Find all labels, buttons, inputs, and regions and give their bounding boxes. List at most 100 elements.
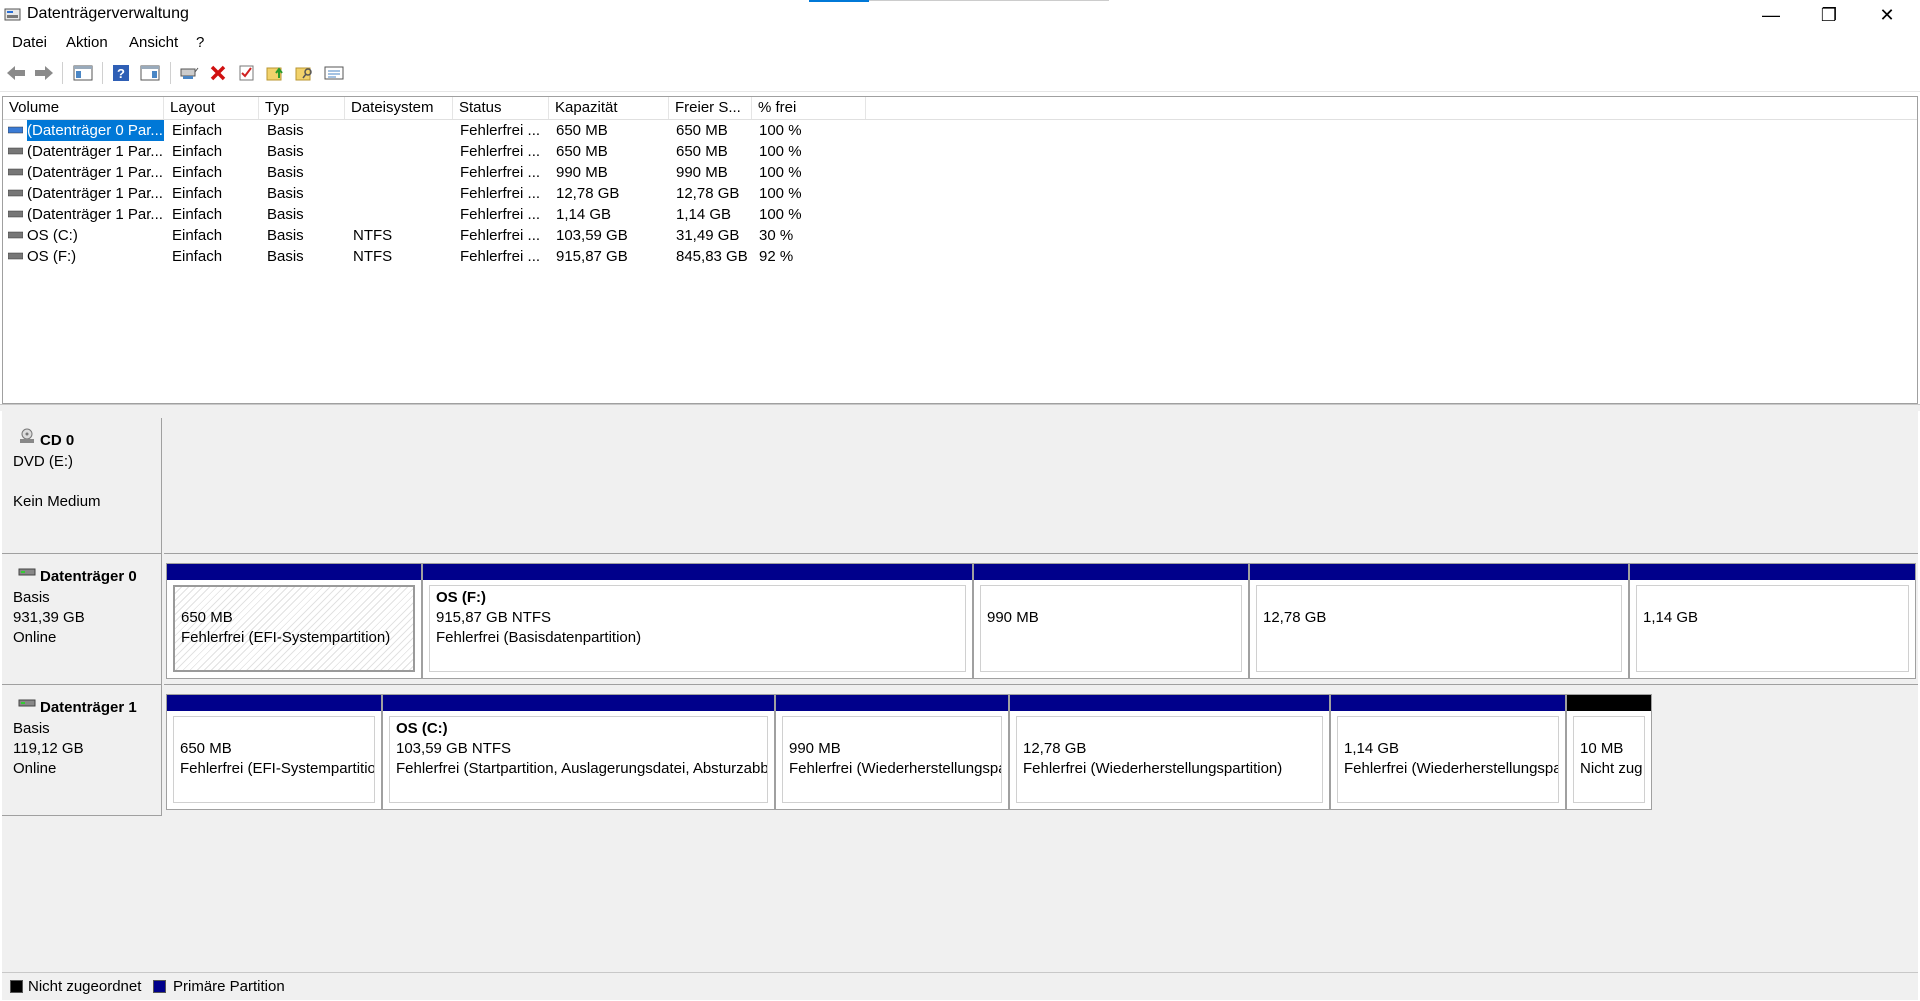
partition-os-c[interactable]: OS (C:) 103,59 GB NTFS Fehlerfrei (Start… (382, 694, 775, 810)
partition-990mb-disk1[interactable]: 990 MB Fehlerfrei (Wiederherstellungspa (775, 694, 1009, 810)
cell-layout: Einfach (172, 185, 223, 202)
table-row[interactable]: OS (F:) Einfach Basis NTFS Fehlerfrei ... 915… (3, 246, 1917, 267)
cell-layout: Einfach (172, 122, 223, 139)
cell-dateisystem (353, 204, 451, 225)
partition-efi-disk1[interactable]: 650 MB Fehlerfrei (EFI-Systempartition (166, 694, 382, 810)
partition-body: OS (C:) 103,59 GB NTFS Fehlerfrei (Start… (389, 716, 768, 803)
volume-list-header: Volume Layout Typ Dateisystem Status Kap… (3, 97, 1917, 120)
disk-status: Online (13, 629, 57, 646)
disk-name: CD 0 (40, 432, 75, 449)
cell-dateisystem: NTFS (353, 227, 393, 244)
column-header-volume[interactable]: Volume (3, 97, 164, 119)
column-header-prozent-frei[interactable]: % frei (752, 97, 866, 119)
view-icon[interactable] (322, 62, 346, 84)
partition-body: 12,78 GB (1256, 585, 1622, 672)
minimize-button[interactable]: — (1742, 0, 1800, 30)
menu-help[interactable]: ? (196, 34, 204, 51)
properties-icon[interactable] (138, 62, 162, 84)
primary-partition-bar (1331, 695, 1565, 711)
disk-label-cd0[interactable]: CD 0 DVD (E:) Kein Medium (2, 418, 162, 554)
column-header-kapazitaet[interactable]: Kapazität (549, 97, 669, 119)
table-row[interactable]: (Datenträger 1 Par... Einfach Basis Fehlerf… (3, 162, 1917, 183)
partition-body: OS (F:) 915,87 GB NTFS Fehlerfrei (Basis… (429, 585, 966, 672)
check-icon[interactable] (235, 62, 259, 84)
partition-title: OS (C:) (396, 720, 448, 737)
folder-search-icon[interactable] (293, 62, 317, 84)
cell-freier-speicher: 12,78 GB (676, 185, 740, 202)
menu-datei[interactable]: Datei (12, 34, 47, 51)
primary-partition-bar (423, 564, 972, 580)
disk-status: Online (13, 760, 57, 777)
help-icon[interactable]: ? (109, 62, 133, 84)
cell-volume: (Datenträger 1 Par... (27, 143, 163, 160)
partition-status: Fehlerfrei (Basisdatenpartition) (436, 629, 642, 646)
table-row[interactable]: (Datenträger 1 Par... Einfach Basis Fehlerf… (3, 141, 1917, 162)
column-header-status[interactable]: Status (453, 97, 549, 119)
cell-kapazitaet: 650 MB (556, 122, 608, 139)
hard-disk-icon (18, 568, 36, 576)
partition-body: 1,14 GB (1636, 585, 1909, 672)
cell-dateisystem: NTFS (353, 248, 393, 265)
console-tree-icon[interactable] (71, 62, 95, 84)
menu-ansicht[interactable]: Ansicht (129, 34, 178, 51)
cell-volume: OS (F:) (27, 248, 77, 265)
window-title: Datenträgerverwaltung (27, 5, 189, 22)
maximize-button[interactable]: ❐ (1800, 0, 1858, 30)
table-row[interactable]: OS (C:) Einfach Basis NTFS Fehlerfrei ... 103… (3, 225, 1917, 246)
primary-partition-bar (383, 695, 774, 711)
cell-kapazitaet: 915,87 GB (556, 248, 628, 265)
disk-drive-letter: DVD (E:) (13, 453, 73, 470)
disk-size: 119,12 GB (13, 740, 84, 757)
cell-status: Fehlerfrei ... (460, 122, 541, 139)
partition-990mb-disk0[interactable]: 990 MB (973, 563, 1249, 679)
column-header-typ[interactable]: Typ (259, 97, 345, 119)
partition-status: Fehlerfrei (EFI-Systempartition (180, 760, 375, 777)
cell-prozent-frei: 100 % (759, 164, 802, 181)
disk-label-disk1[interactable]: Datenträger 1 Basis 119,12 GB Online (2, 685, 162, 816)
forward-icon[interactable] (32, 62, 56, 84)
cell-kapazitaet: 103,59 GB (556, 227, 628, 244)
disk-area-disk0: 650 MB Fehlerfrei (EFI-Systempartition) … (164, 554, 1918, 685)
cell-freier-speicher: 650 MB (676, 122, 728, 139)
column-header-freier-speicher[interactable]: Freier S... (669, 97, 752, 119)
table-row[interactable]: (Datenträger 0 Par... Einfach Basis Fehlerf… (3, 120, 1917, 141)
partition-12gb-disk0[interactable]: 12,78 GB (1249, 563, 1629, 679)
table-row[interactable]: (Datenträger 1 Par... Einfach Basis Fehlerf… (3, 204, 1917, 225)
cell-freier-speicher: 31,49 GB (676, 227, 740, 244)
delete-icon[interactable] (206, 62, 230, 84)
cell-dateisystem (353, 141, 451, 162)
cell-volume: (Datenträger 1 Par... (27, 206, 163, 223)
table-row[interactable]: (Datenträger 1 Par... Einfach Basis Fehlerf… (3, 183, 1917, 204)
partition-1gb-disk0[interactable]: 1,14 GB (1629, 563, 1916, 679)
partition-1gb-disk1[interactable]: 1,14 GB Fehlerfrei (Wiederherstellungspa… (1330, 694, 1566, 810)
folder-up-icon[interactable] (264, 62, 288, 84)
cell-typ: Basis (267, 227, 304, 244)
column-header-layout[interactable]: Layout (164, 97, 259, 119)
partition-unallocated-disk1[interactable]: 10 MB Nicht zug (1566, 694, 1652, 810)
close-button[interactable]: ✕ (1858, 0, 1916, 30)
partition-status: Fehlerfrei (Wiederherstellungspartition) (1023, 760, 1283, 777)
cell-prozent-frei: 92 % (759, 248, 794, 265)
disk-label-disk0[interactable]: Datenträger 0 Basis 931,39 GB Online (2, 554, 162, 685)
cell-kapazitaet: 1,14 GB (556, 206, 612, 223)
partition-os-f[interactable]: OS (F:) 915,87 GB NTFS Fehlerfrei (Basis… (422, 563, 973, 679)
cell-typ: Basis (267, 143, 304, 160)
cd-drive-icon (20, 428, 34, 443)
back-icon[interactable] (4, 62, 28, 84)
partition-efi-disk0[interactable]: 650 MB Fehlerfrei (EFI-Systempartition) (166, 563, 422, 679)
disk-row-disk1: Datenträger 1 Basis 119,12 GB Online 650… (2, 685, 1918, 816)
column-header-dateisystem[interactable]: Dateisystem (345, 97, 453, 119)
cell-prozent-frei: 30 % (759, 227, 794, 244)
cell-dateisystem (353, 120, 451, 141)
cell-typ: Basis (267, 248, 304, 265)
toolbar-separator (102, 62, 103, 84)
volume-icon (8, 252, 23, 260)
menu-aktion[interactable]: Aktion (66, 34, 108, 51)
partition-size: 10 MB (1580, 740, 1624, 757)
toolbar: ? (0, 56, 1920, 92)
primary-partition-bar (1010, 695, 1329, 711)
svg-text:?: ? (117, 66, 125, 81)
cell-layout: Einfach (172, 164, 223, 181)
connect-icon[interactable] (177, 62, 201, 84)
partition-12gb-disk1[interactable]: 12,78 GB Fehlerfrei (Wiederherstellungsp… (1009, 694, 1330, 810)
